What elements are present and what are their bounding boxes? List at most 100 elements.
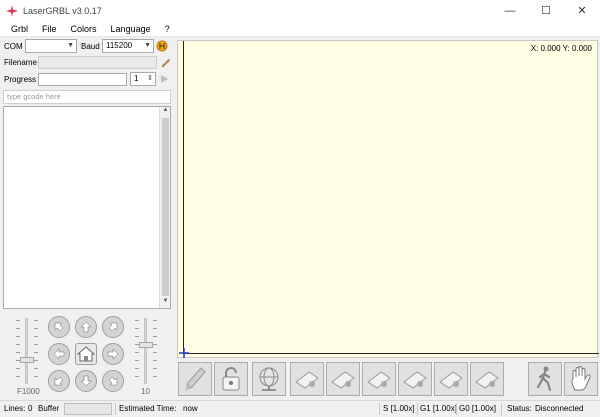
scroll-down-icon[interactable]: ▼ [160,298,171,308]
feed-slider-track[interactable] [25,318,28,384]
edit-icon[interactable] [159,57,171,69]
user-button-4[interactable] [398,362,432,396]
jog-home-button[interactable] [75,343,97,365]
title-bar: LaserGRBL v3.0.17 — ☐ ✕ [0,0,600,21]
unlock-button[interactable] [214,362,248,396]
coordinates-readout: X: 0.000 Y: 0.000 [530,44,592,53]
filename-label: Filename [4,58,37,67]
stop-button[interactable] [564,362,598,396]
resume-button[interactable] [528,362,562,396]
menu-file[interactable]: File [35,21,64,37]
window-title: LaserGRBL v3.0.17 [23,5,102,16]
connect-icon[interactable] [156,40,168,52]
menu-help[interactable]: ? [158,21,177,37]
g0-override[interactable]: G0 [1.00x] [459,404,496,413]
feed-label: F1000 [17,387,40,396]
gcode-input[interactable]: type gcode here [3,90,171,104]
status-bar: Lines: 0 Buffer Estimated Time: now S [1… [0,400,600,417]
user-button-2[interactable] [326,362,360,396]
progress-bar [38,72,127,86]
s-override[interactable]: S [1.00x] [383,404,415,413]
chevron-down-icon: ▼ [144,42,151,49]
feed-slider-thumb[interactable] [20,357,34,363]
chevron-down-icon: ▼ [67,42,74,49]
user-button-6[interactable] [470,362,504,396]
arrow-down-icon [80,375,92,387]
lines-value: 0 [28,404,33,413]
user-button-3[interactable] [362,362,396,396]
minimize-button[interactable]: — [492,0,528,21]
arrow-right-icon [107,348,119,360]
console-scrollbar[interactable]: ▲ ▼ [159,107,170,308]
menu-colors[interactable]: Colors [64,21,104,37]
preview-canvas[interactable]: X: 0.000 Y: 0.000 [177,40,599,358]
estimated-time-label: Estimated Time: [119,404,177,413]
close-button[interactable]: ✕ [564,0,600,21]
jog-e-button[interactable] [102,343,124,365]
user-macro-icon [403,371,427,389]
globe-icon [259,367,279,391]
engrave-button[interactable] [178,362,212,396]
jog-sw-button[interactable] [48,370,70,392]
scroll-up-icon[interactable]: ▲ [160,107,171,117]
console-log: ▲ ▼ [3,106,171,309]
jog-n-button[interactable] [75,316,97,338]
buffer-progress [64,403,112,415]
stop-hand-icon [571,366,591,391]
com-select[interactable]: ▼ [25,39,77,53]
arrow-up-icon [80,321,92,333]
maximize-button[interactable]: ☐ [528,0,564,21]
com-label: COM [4,41,23,51]
user-button-1[interactable] [290,362,324,396]
user-macro-icon [439,371,463,389]
passes-stepper[interactable]: 1 ⇕ [130,72,156,86]
lines-label: Lines: [4,404,26,413]
connection-row: COM ▼ Baud 115200 ▼ [4,39,168,53]
jog-s-button[interactable] [75,370,97,392]
menu-bar: Grbl File Colors Language ? [0,21,600,37]
globe-button[interactable] [252,362,286,396]
laser-pen-icon [185,367,206,391]
origin-crosshair-icon [179,348,189,358]
arrow-nw-icon [54,322,64,332]
jog-ne-button[interactable] [102,316,124,338]
unlock-icon [222,367,240,391]
g1-override[interactable]: G1 [1.00x] [420,404,457,413]
step-label: 10 [141,387,150,396]
arrow-se-icon [108,376,118,386]
arrow-left-icon [53,348,65,360]
jog-nw-button[interactable] [48,316,70,338]
toolbar [177,360,600,400]
arrow-ne-icon [108,322,118,332]
walk-icon [536,366,552,392]
jog-panel: F1000 10 [0,312,174,400]
scroll-thumb[interactable] [162,118,169,296]
play-icon[interactable] [158,73,170,85]
menu-language[interactable]: Language [104,21,158,37]
buffer-label: Buffer [38,404,60,413]
estimated-time-value: now [183,404,198,413]
home-icon [77,346,95,362]
lasergrbl-logo-icon [6,4,18,17]
user-macro-icon [295,371,319,389]
connection-status: Disconnected [535,404,584,413]
stepper-arrows-icon: ⇕ [147,75,153,82]
arrow-sw-icon [54,376,64,386]
progress-row: Progress 1 ⇕ [4,72,170,86]
user-macro-icon [331,371,355,389]
step-slider-track[interactable] [144,318,147,384]
user-macro-icon [367,371,391,389]
step-slider-thumb[interactable] [139,342,153,348]
baud-label: Baud [81,41,100,51]
user-button-5[interactable] [434,362,468,396]
filename-row: Filename [4,56,171,69]
jog-w-button[interactable] [48,343,70,365]
menu-grbl[interactable]: Grbl [4,21,35,37]
user-macro-icon [475,371,499,389]
filename-field [38,56,157,69]
left-panel: COM ▼ Baud 115200 ▼ Filename Progress 1 … [0,37,174,400]
progress-label: Progress [4,74,37,84]
y-axis-line [183,41,184,354]
baud-select[interactable]: 115200 ▼ [102,39,154,53]
jog-se-button[interactable] [102,370,124,392]
